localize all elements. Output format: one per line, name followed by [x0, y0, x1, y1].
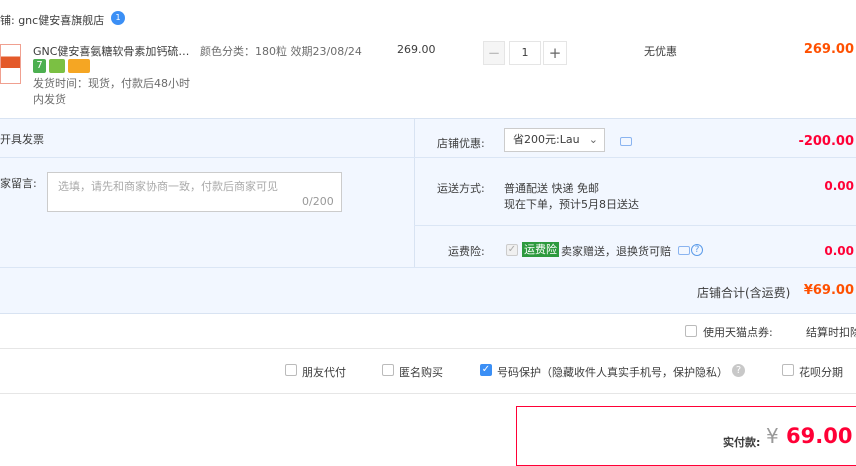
anonymous-label[interactable]: 匿名购买 [399, 364, 443, 380]
seven-day-return-icon: 7 [33, 59, 46, 73]
store-total-label: 店铺合计(含运费) [697, 286, 791, 300]
coupon-select[interactable]: 省200元:Lau ⌄ [504, 128, 605, 152]
chat-icon[interactable] [620, 137, 632, 146]
chevron-down-icon: ⌄ [588, 133, 598, 146]
help-icon[interactable]: ? [732, 364, 745, 377]
shipping-method: 普通配送 快递 免邮 [504, 182, 599, 195]
message-label: 家留言: [0, 177, 37, 190]
guarantee-icon [49, 59, 65, 73]
coupon-amount: -200.00 [798, 134, 854, 149]
panel-divider [414, 225, 856, 226]
insurance-label: 运费险: [448, 245, 485, 258]
panel-divider [414, 157, 856, 158]
insurance-checkbox[interactable]: ✓ [506, 244, 518, 256]
product-sku: 颜色分类：180粒 效期23/08/24 [200, 45, 362, 58]
tmall-coupon-checkbox[interactable] [685, 325, 697, 337]
invoice-label[interactable]: 开具发票 [0, 131, 44, 147]
delivery-time: 发货时间：现货，付款后48小时内发货 [33, 77, 190, 106]
store-name[interactable]: 铺: gnc健安喜旗舰店 [0, 12, 104, 28]
insurance-amount: 0.00 [824, 244, 854, 258]
chat-icon[interactable] [678, 246, 690, 255]
product-name[interactable]: GNC健安喜氨糖软骨素加钙硫… [33, 43, 189, 59]
store-total-amount: ¥69.00 [803, 283, 854, 298]
shipping-amount: 0.00 [824, 179, 854, 193]
payment-label: 实付款: [723, 436, 761, 449]
installment-checkbox[interactable] [782, 364, 794, 376]
credit-card-icon [68, 59, 90, 73]
panel-divider [0, 267, 856, 268]
tmall-coupon-label: 使用天猫点券: [703, 326, 773, 339]
seller-message-placeholder: 选填，请先和商家协商一致，付款后商家可见 [58, 180, 278, 193]
increase-quantity-button[interactable]: + [543, 41, 567, 65]
settle-deduct-label: 结算时扣除 [806, 326, 856, 339]
help-icon[interactable]: ? [691, 244, 703, 256]
coupon-selected-value: 省200元:Lau [513, 133, 580, 146]
quantity-input[interactable]: 1 [509, 41, 541, 65]
payment-currency: ¥ [766, 424, 779, 448]
item-subtotal: 269.00 [803, 42, 854, 57]
product-thumbnail[interactable] [0, 44, 21, 84]
message-char-count: 0/200 [302, 195, 334, 208]
number-protect-checkbox[interactable]: ✓ [480, 364, 492, 376]
shipping-label: 运送方式: [437, 182, 485, 195]
panel-divider [0, 157, 414, 158]
item-discount: 无优惠 [644, 45, 677, 58]
anonymous-checkbox[interactable] [382, 364, 394, 376]
decrease-quantity-button[interactable]: − [483, 41, 505, 65]
shipping-eta: 现在下单，预计5月8日送达 [504, 198, 639, 211]
friend-pay-label[interactable]: 朋友代付 [302, 364, 346, 380]
payment-amount: 69.00 [786, 424, 853, 448]
unit-price: 269.00 [397, 43, 436, 56]
insurance-text: 卖家赠送，退换货可赔 [561, 245, 671, 258]
panel-divider [414, 118, 415, 267]
coupon-label: 店铺优惠: [437, 137, 485, 150]
insurance-tag: 运费险 [522, 242, 559, 257]
installment-label[interactable]: 花呗分期 [799, 364, 843, 380]
number-protect-label[interactable]: 号码保护（隐藏收件人真实手机号，保护隐私） [497, 364, 728, 380]
store-badge-icon: 1 [111, 11, 125, 25]
friend-pay-checkbox[interactable] [285, 364, 297, 376]
